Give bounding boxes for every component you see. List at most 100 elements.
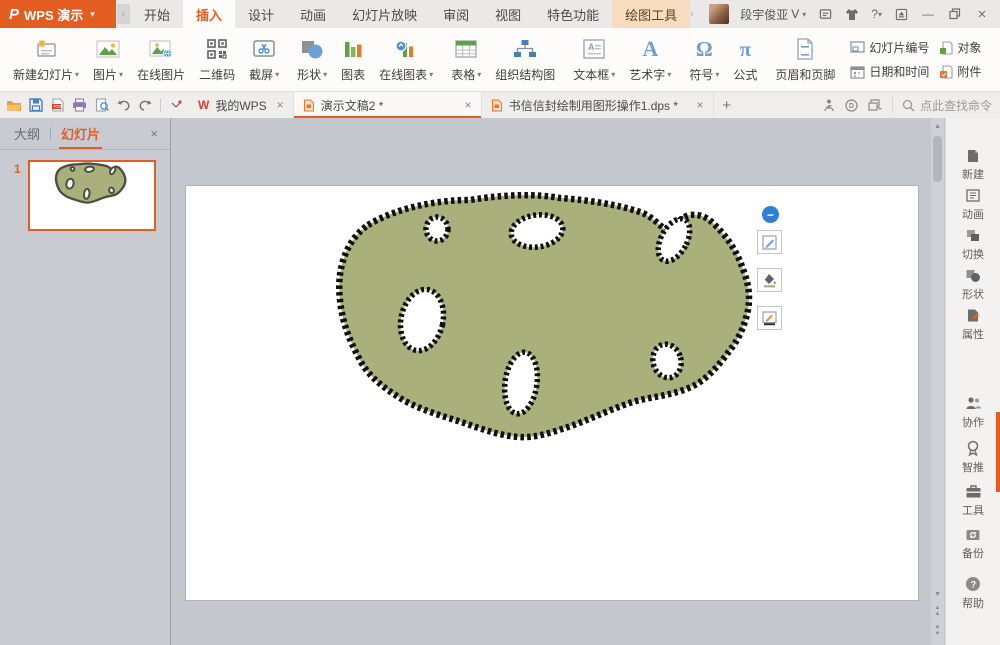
assistant-button[interactable] [823,99,835,112]
doc-tab-label: 我的WPS [215,97,266,114]
slide-1-page[interactable] [186,186,918,600]
tab-view[interactable]: 视图 [482,0,534,28]
skin-button[interactable] [844,6,860,22]
feedback-button[interactable] [817,6,833,22]
shapes-button[interactable]: 形状▾ [290,28,334,91]
save-button[interactable] [25,95,46,116]
outline-color-button[interactable] [757,306,782,330]
account-menu[interactable]: 段宇俊亚 V ▾ [740,6,806,23]
scrollbar-thumb[interactable] [933,136,942,182]
audio-button[interactable]: 音频▾ [993,28,1000,91]
titlebar-right-controls: 段宇俊亚 V ▾ ? ▾ — × [709,0,1000,28]
new-tab-button[interactable]: + [714,92,740,118]
sidebar-item-transition[interactable]: 切换 [946,228,1000,262]
doc-tab-presentation2[interactable]: 演示文稿2 * × [294,92,482,118]
object-button[interactable]: 对象 [939,39,981,56]
restore-button[interactable] [947,6,963,22]
customize-toolbar-button[interactable] [165,95,186,116]
slide-1-thumbnail[interactable] [28,160,156,231]
date-time-button[interactable]: 日期和时间 [850,63,929,80]
tab-insert[interactable]: 插入 [183,0,235,28]
help-button[interactable]: ? ▾ [871,6,882,22]
print-preview-button[interactable] [91,95,112,116]
scroll-down-button[interactable]: ▼ [931,588,944,601]
close-tab-icon[interactable]: × [277,98,284,112]
tab-home[interactable]: 开始 [131,0,183,28]
double-up-icon: ▲ [935,612,941,618]
svg-text:D: D [849,103,854,110]
find-command-box[interactable]: 点此查找命令 [892,97,992,113]
sidebar-item-collaborate[interactable]: 协作 [946,396,1000,430]
titlebar: P WPS 演示 ▾ ‹ 开始 插入 设计 动画 幻灯片放映 审阅 视图 特色功… [0,0,1000,28]
user-avatar[interactable] [709,4,729,24]
tab-scroll-right-button[interactable]: › [690,0,702,28]
chart-button[interactable]: 图表 [334,28,372,91]
slide-number-button[interactable]: 幻灯片编号 [850,39,929,56]
org-chart-button[interactable]: 组织结构图 [488,28,562,91]
slides-tab[interactable]: 幻灯片 [59,118,102,149]
attachment-button[interactable]: 附件 [939,63,981,80]
header-footer-button[interactable]: 页眉和页脚 [768,28,842,91]
symbol-button[interactable]: Ω 符号▾ [682,28,726,91]
tab-special-features[interactable]: 特色功能 [534,0,612,28]
redo-button[interactable] [135,95,156,116]
text-box-label: 文本框 [573,66,609,83]
new-slide-button[interactable]: 新建幻灯片▾ [6,28,86,91]
tab-drawing-tools[interactable]: 绘图工具 [612,0,690,28]
fill-color-button[interactable] [757,268,782,292]
help-circle-icon: ? [965,576,981,592]
docer-button[interactable]: D [845,99,858,112]
sidebar-item-backup[interactable]: 备份 [946,528,1000,561]
collapse-ribbon-button[interactable] [893,6,909,22]
print-button[interactable] [69,95,90,116]
next-slide-button[interactable]: ▼ ▼ [931,623,944,641]
edit-shape-button[interactable] [757,230,782,254]
online-chart-button[interactable]: 在线图表▾ [372,28,440,91]
tab-slideshow[interactable]: 幻灯片放映 [339,0,430,28]
outline-tab[interactable]: 大纲 [12,118,42,149]
screenshot-button[interactable]: 截屏▾ [242,28,286,91]
tab-animation[interactable]: 动画 [287,0,339,28]
previous-slide-button[interactable]: ▲ ▲ [931,603,944,621]
freeform-shape-selected[interactable] [186,186,918,600]
tab-scroll-left-button[interactable]: ‹ [117,4,130,24]
wordart-button[interactable]: A 艺术字▾ [622,28,678,91]
sidebar-item-animation[interactable]: 动画 [946,188,1000,222]
sidebar-item-properties[interactable]: 属性 [946,308,1000,342]
docer-icon: D [845,99,858,112]
undo-button[interactable] [113,95,134,116]
minimize-button[interactable]: — [920,6,936,22]
app-menu-button[interactable]: P WPS 演示 ▾ [0,0,116,28]
close-button[interactable]: × [974,6,990,22]
editing-canvas[interactable]: − ▲ ▼ ▲ ▲ ▼ ▼ [172,118,945,645]
formula-button[interactable]: π 公式 [726,28,764,91]
sidebar-item-shapes[interactable]: 形状 [946,268,1000,302]
doc-tab-envelope-file[interactable]: 书信信封绘制用图形操作1.dps * × [482,92,714,118]
close-tab-icon[interactable]: × [465,98,472,112]
tab-list-button[interactable] [868,99,882,111]
doc-tab-my-wps[interactable]: W 我的WPS × [189,92,294,118]
attachment-icon [939,65,953,79]
sidebar-item-tools[interactable]: 工具 [946,484,1000,518]
sidebar-item-smart-recommend[interactable]: 智推 [946,440,1000,475]
canvas-vertical-scrollbar[interactable]: ▲ ▼ ▲ ▲ ▼ ▼ [931,118,944,645]
picture-button[interactable]: 图片▾ [86,28,130,91]
tab-design[interactable]: 设计 [235,0,287,28]
text-box-button[interactable]: A 文本框▾ [566,28,622,91]
close-tab-icon[interactable]: × [697,98,704,112]
qr-code-button[interactable]: 二维码 [192,28,242,91]
table-button[interactable]: 表格▾ [444,28,488,91]
close-panel-button[interactable]: × [150,126,158,141]
collapse-quick-tools-button[interactable]: − [762,206,779,223]
export-pdf-button[interactable]: PDF [47,95,68,116]
sidebar-item-new[interactable]: 新建 [946,148,1000,182]
scroll-up-button[interactable]: ▲ [931,120,944,133]
sidebar-label: 智推 [962,459,984,475]
open-button[interactable] [3,95,24,116]
online-picture-button[interactable]: 在线图片 [130,28,192,91]
online-picture-label: 在线图片 [137,66,185,83]
sidebar-item-help[interactable]: ? 帮助 [946,576,1000,611]
ribbon-insert: 新建幻灯片▾ 图片▾ 在线图片 二维码 截屏▾ [0,28,1000,92]
tab-review[interactable]: 审阅 [430,0,482,28]
chart-label: 图表 [341,66,365,83]
